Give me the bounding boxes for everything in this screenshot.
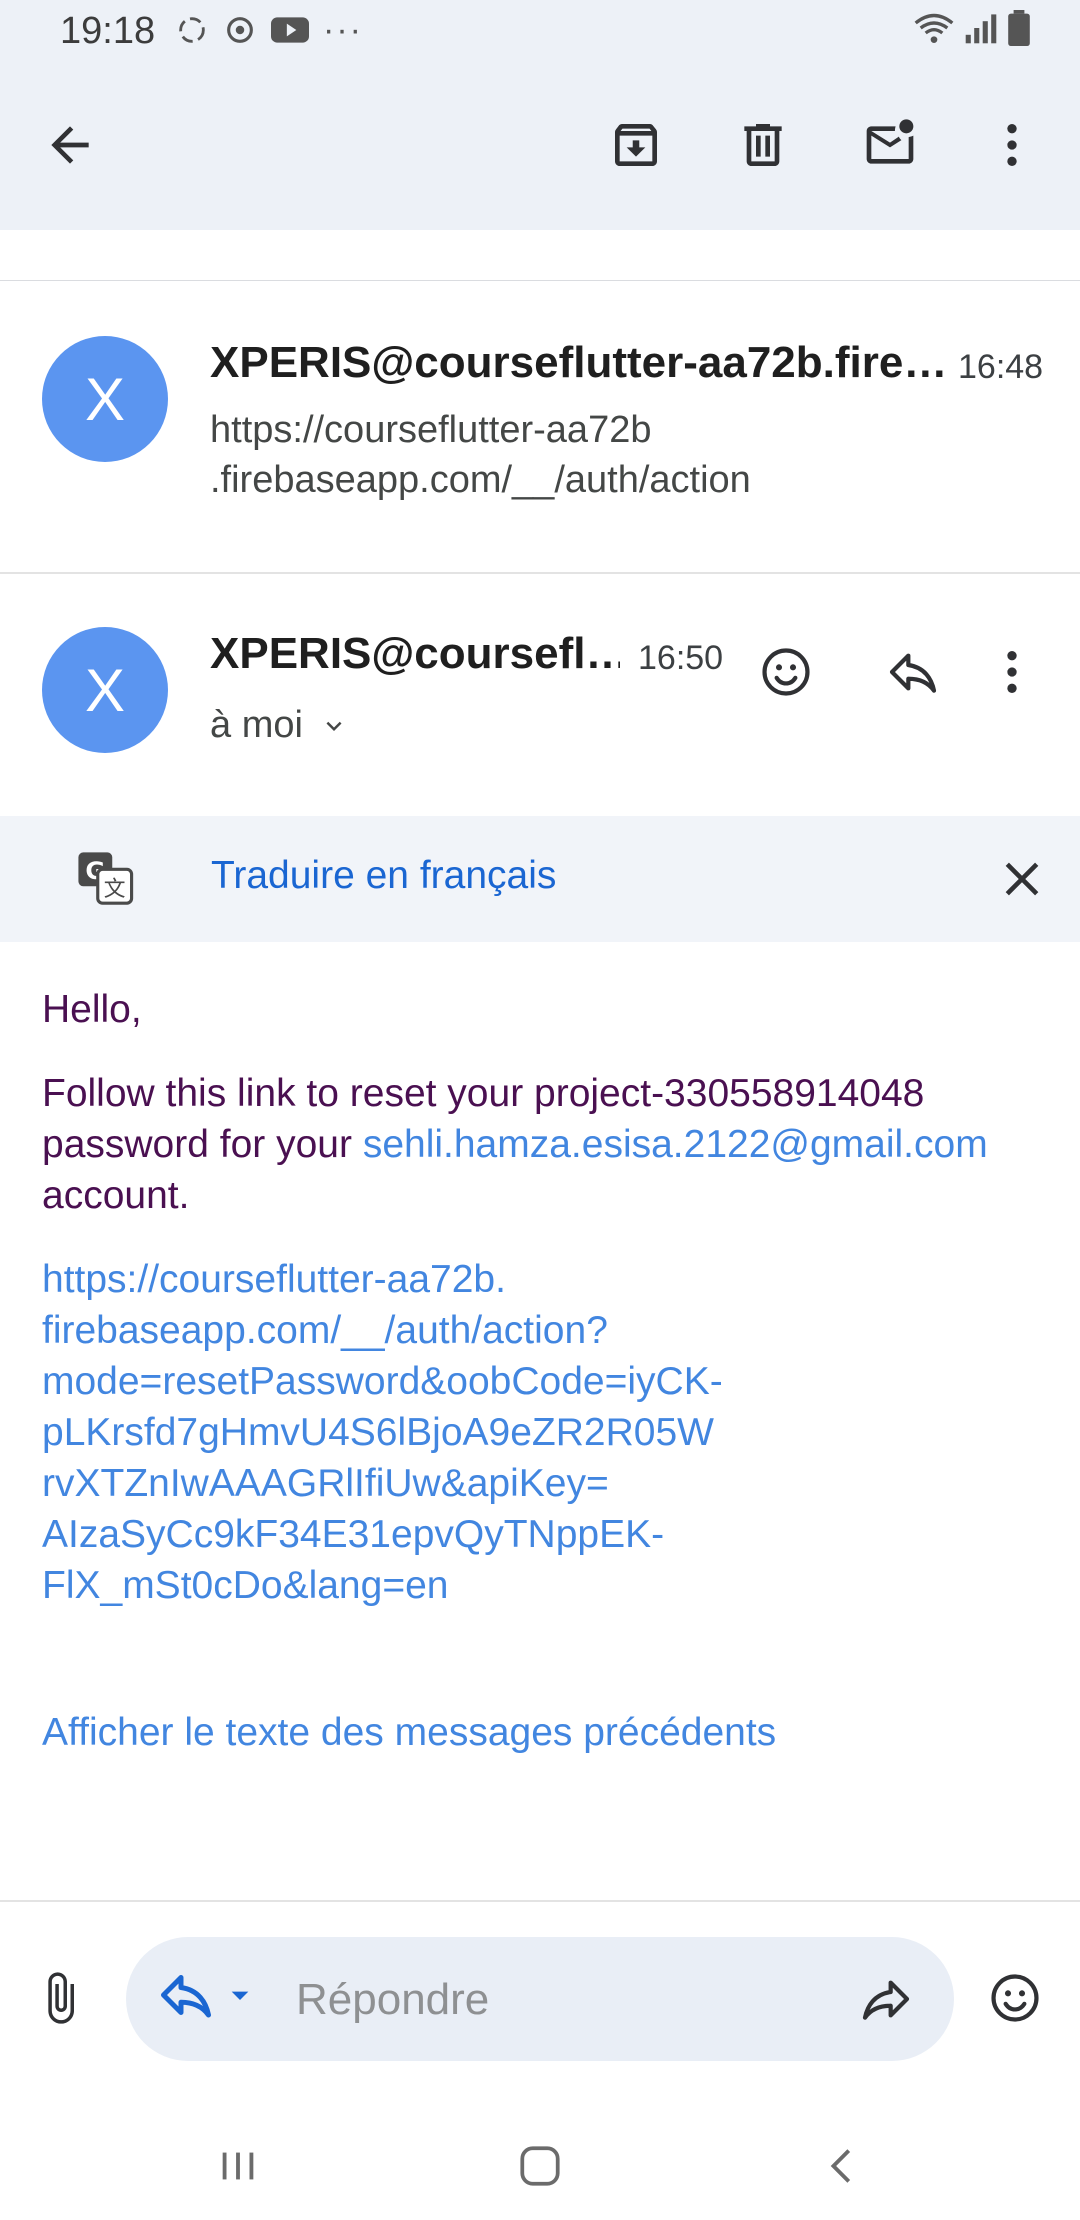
collapsed-message[interactable]: X XPERIS@courseflutter-aa72b.fire… 16:48… bbox=[0, 283, 1080, 573]
message-snippet: https://courseflutter-aa72b .firebaseapp… bbox=[210, 405, 751, 505]
back-chevron-icon bbox=[830, 2149, 851, 2183]
more-notifications-icon: ··· bbox=[323, 10, 363, 49]
link-line: FlX_mSt0cDo&lang=en bbox=[42, 1564, 449, 1607]
arrow-back-icon bbox=[51, 126, 89, 164]
dismiss-translate-button[interactable] bbox=[982, 839, 1062, 919]
reply-type-selector[interactable] bbox=[156, 1965, 260, 2025]
link-line: mode=resetPassword&oobCode=iyCK- bbox=[42, 1360, 723, 1403]
translate-link[interactable]: Traduire en français bbox=[211, 854, 556, 898]
show-quoted-text-link[interactable]: Afficher le texte des messages précédent… bbox=[42, 1707, 1042, 1758]
more-options-button[interactable] bbox=[972, 105, 1052, 185]
forward-button[interactable] bbox=[846, 1959, 926, 2039]
sender-name: XPERIS@courseflutter-aa72b.fire… bbox=[210, 338, 945, 387]
link-line: pLKrsfd7gHmvU4S6lBjoA9eZR2R05W bbox=[42, 1411, 714, 1454]
trash-icon bbox=[744, 124, 782, 166]
collapsed-thread-indicator[interactable] bbox=[0, 230, 1080, 282]
avatar[interactable]: X bbox=[42, 627, 168, 753]
forward-icon bbox=[862, 1980, 910, 2020]
message-time: 16:50 bbox=[638, 639, 724, 677]
back-nav-button[interactable] bbox=[803, 2126, 883, 2206]
battery-icon bbox=[1008, 10, 1030, 46]
status-system-icons bbox=[914, 10, 1030, 46]
paperclip-icon bbox=[48, 1972, 74, 2024]
recipient-details-toggle[interactable]: à moi bbox=[210, 704, 349, 747]
paragraph-text: account. bbox=[42, 1174, 190, 1217]
link-line: AIzaSyCc9kF34E31epvQyTNppEK- bbox=[42, 1513, 665, 1556]
sender-name[interactable]: XPERIS@coursefl… bbox=[210, 629, 620, 679]
home-button[interactable] bbox=[500, 2126, 580, 2206]
email-paragraph: Follow this link to reset your project-3… bbox=[42, 1068, 1042, 1221]
reset-password-link[interactable]: https://courseflutter-aa72b. firebaseapp… bbox=[42, 1254, 1042, 1611]
avatar-letter: X bbox=[84, 656, 126, 724]
reply-placeholder: Répondre bbox=[296, 1975, 490, 2024]
status-notification-icons: ··· bbox=[175, 10, 363, 49]
close-icon bbox=[1005, 862, 1039, 896]
wifi-icon bbox=[914, 13, 954, 43]
home-icon bbox=[520, 2146, 560, 2186]
attach-button[interactable] bbox=[20, 1958, 100, 2038]
svg-text:文: 文 bbox=[104, 877, 126, 902]
snippet-line: .firebaseapp.com/__/auth/action bbox=[210, 459, 751, 501]
archive-icon bbox=[615, 124, 657, 166]
link-line: https://courseflutter-aa72b. bbox=[42, 1258, 506, 1301]
emoji-icon bbox=[991, 1974, 1039, 2022]
youtube-icon bbox=[271, 17, 309, 43]
snippet-line: https://courseflutter-aa72b bbox=[210, 409, 652, 451]
reply-icon bbox=[889, 653, 937, 693]
refresh-icon bbox=[227, 17, 253, 43]
status-time: 19:18 bbox=[60, 10, 156, 52]
avatar-letter: X bbox=[84, 365, 126, 433]
link-line: firebaseapp.com/__/auth/action? bbox=[42, 1309, 608, 1352]
emoji-reply-button[interactable] bbox=[975, 1958, 1055, 2038]
more-vert-icon bbox=[1007, 651, 1017, 693]
app-header: 19:18 ··· bbox=[0, 0, 1080, 230]
reply-input[interactable]: Répondre bbox=[126, 1937, 954, 2061]
avatar[interactable]: X bbox=[42, 336, 168, 462]
google-translate-icon: G 文 bbox=[78, 852, 134, 905]
message-more-button[interactable] bbox=[982, 632, 1042, 712]
status-bar: 19:18 ··· bbox=[0, 0, 1080, 62]
email-address-link[interactable]: sehli.hamza.esisa.2122@gmail.com bbox=[363, 1123, 988, 1166]
archive-button[interactable] bbox=[596, 105, 676, 185]
delete-button[interactable] bbox=[723, 105, 803, 185]
recent-apps-icon bbox=[222, 2152, 254, 2180]
email-greeting: Hello, bbox=[42, 988, 142, 1031]
translate-banner: G 文 Traduire en français bbox=[0, 816, 1080, 942]
back-button[interactable] bbox=[30, 105, 110, 185]
more-vert-icon bbox=[1007, 124, 1017, 166]
recipient-label: à moi bbox=[210, 704, 303, 746]
add-reaction-button[interactable] bbox=[746, 632, 826, 712]
dropdown-arrow-icon bbox=[231, 1991, 249, 2000]
sync-icon bbox=[179, 17, 205, 43]
reply-button[interactable] bbox=[873, 632, 953, 712]
signal-icon bbox=[965, 14, 997, 44]
recent-apps-button[interactable] bbox=[198, 2126, 278, 2206]
message-header: X XPERIS@coursefl… 16:50 à moi bbox=[0, 574, 1080, 816]
reply-icon bbox=[161, 1975, 211, 2018]
chevron-down-icon bbox=[326, 721, 342, 731]
message-time: 16:48 bbox=[958, 348, 1044, 386]
emoji-icon bbox=[762, 648, 810, 696]
mark-unread-mail-icon bbox=[866, 119, 914, 164]
link-line: rvXTZnIwAAAGRlIfiUw&apiKey= bbox=[42, 1462, 609, 1505]
system-navigation-bar bbox=[0, 2110, 1080, 2220]
mark-unread-button[interactable] bbox=[850, 105, 930, 185]
